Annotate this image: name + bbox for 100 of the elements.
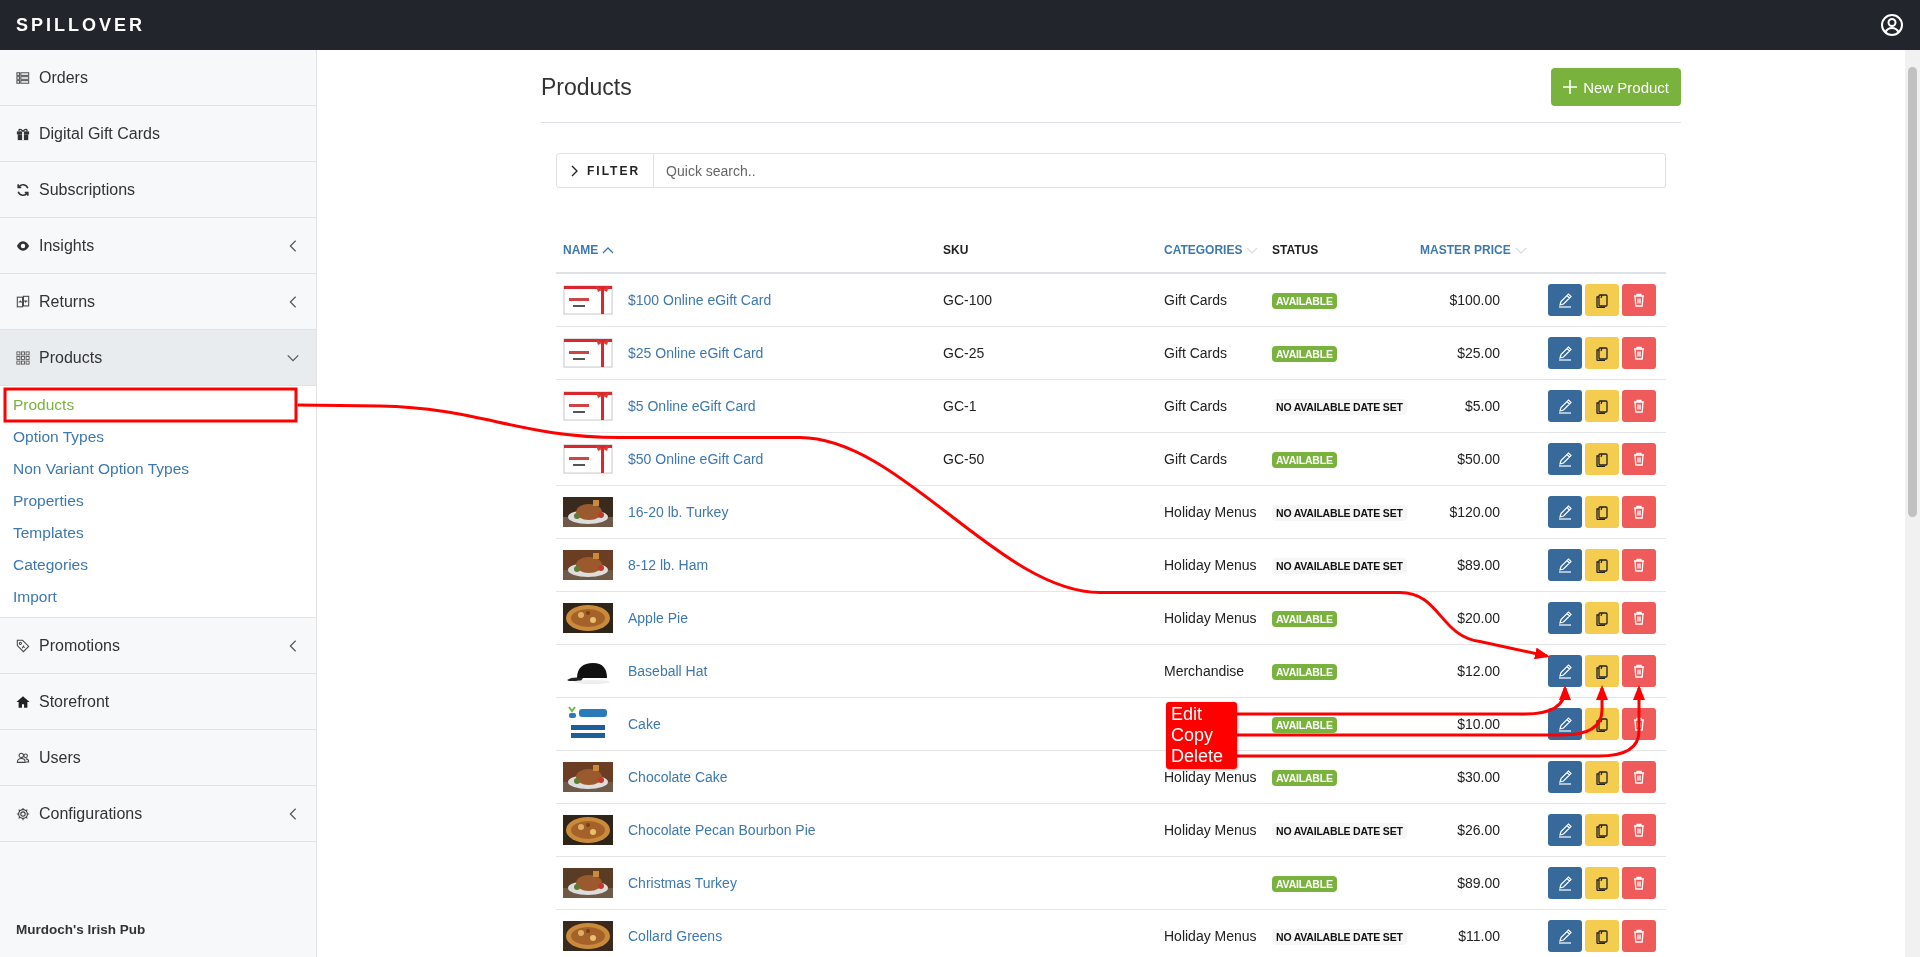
product-link[interactable]: Baseball Hat <box>628 663 708 679</box>
copy-icon <box>1594 822 1610 838</box>
logo[interactable]: SPILLOVER <box>16 14 145 36</box>
column-header[interactable]: CATEGORIES <box>1164 243 1243 257</box>
copy-button[interactable] <box>1585 655 1619 687</box>
product-link[interactable]: $50 Online eGift Card <box>628 451 764 467</box>
column-header[interactable]: NAME <box>563 243 599 257</box>
copy-icon <box>1594 345 1610 361</box>
product-link[interactable]: 8-12 lb. Ham <box>628 557 709 573</box>
product-link[interactable]: 16-20 lb. Turkey <box>628 504 729 520</box>
scrollbar-thumb[interactable] <box>1908 67 1917 517</box>
sidebar-link[interactable]: Option Types <box>0 421 316 453</box>
edit-button[interactable] <box>1548 602 1582 634</box>
copy-button[interactable] <box>1585 867 1619 899</box>
delete-button[interactable] <box>1622 443 1656 475</box>
copy-button[interactable] <box>1585 496 1619 528</box>
copy-icon <box>1594 504 1610 520</box>
delete-button[interactable] <box>1622 549 1656 581</box>
copy-button[interactable] <box>1585 602 1619 634</box>
delete-button[interactable] <box>1622 496 1656 528</box>
product-link[interactable]: $100 Online eGift Card <box>628 292 772 308</box>
sku-text: GC-25 <box>943 345 985 361</box>
user-icon[interactable] <box>1880 13 1904 37</box>
copy-icon <box>1594 716 1610 732</box>
delete-button[interactable] <box>1622 284 1656 316</box>
delete-button[interactable] <box>1622 390 1656 422</box>
copy-icon <box>1594 557 1610 573</box>
copy-button[interactable] <box>1585 284 1619 316</box>
pencil-icon <box>1557 663 1573 679</box>
copy-button[interactable] <box>1585 814 1619 846</box>
copy-icon <box>1594 663 1610 679</box>
sidebar-link[interactable]: Non Variant Option Types <box>0 453 316 485</box>
category-text: Holiday Menus <box>1164 769 1257 785</box>
delete-button[interactable] <box>1622 920 1656 952</box>
status-badge: AVAILABLE <box>1272 663 1337 680</box>
edit-button[interactable] <box>1548 549 1582 581</box>
copy-button[interactable] <box>1585 708 1619 740</box>
delete-button[interactable] <box>1622 814 1656 846</box>
edit-button[interactable] <box>1548 390 1582 422</box>
sidebar-link[interactable]: Categories <box>0 549 316 581</box>
copy-button[interactable] <box>1585 761 1619 793</box>
product-link[interactable]: Chocolate Pecan Bourbon Pie <box>628 822 816 838</box>
delete-button[interactable] <box>1622 761 1656 793</box>
delete-button[interactable] <box>1622 655 1656 687</box>
new-product-button[interactable]: New Product <box>1551 68 1681 106</box>
category-text: Merchandise <box>1164 663 1245 679</box>
edit-button[interactable] <box>1548 496 1582 528</box>
pencil-icon <box>1557 716 1573 732</box>
price-text: $89.00 <box>1457 557 1500 573</box>
product-link[interactable]: Apple Pie <box>628 610 688 626</box>
edit-button[interactable] <box>1548 867 1582 899</box>
delete-button[interactable] <box>1622 602 1656 634</box>
sidebar-item[interactable]: Products <box>0 330 316 386</box>
copy-button[interactable] <box>1585 920 1619 952</box>
list-icon <box>16 70 30 85</box>
status-badge: AVAILABLE <box>1272 716 1337 733</box>
edit-button[interactable] <box>1548 920 1582 952</box>
sku-text: GC-1 <box>943 398 977 414</box>
price-text: $30.00 <box>1457 769 1500 785</box>
copy-icon <box>1594 610 1610 626</box>
status-badge: AVAILABLE <box>1272 451 1337 468</box>
sidebar-link[interactable]: Import <box>0 581 316 613</box>
tag-icon <box>16 638 30 653</box>
delete-button[interactable] <box>1622 867 1656 899</box>
price-text: $11.00 <box>1458 928 1500 944</box>
product-link[interactable]: Cake <box>628 716 661 732</box>
filter-button[interactable]: FILTER <box>556 153 655 188</box>
column-header[interactable]: MASTER PRICE <box>1420 243 1511 257</box>
product-link[interactable]: $5 Online eGift Card <box>628 398 756 414</box>
sidebar-link[interactable]: Properties <box>0 485 316 517</box>
product-link[interactable]: Chocolate Cake <box>628 769 728 785</box>
delete-button[interactable] <box>1622 337 1656 369</box>
copy-icon <box>1594 875 1610 891</box>
edit-button[interactable] <box>1548 284 1582 316</box>
product-link[interactable]: Christmas Turkey <box>628 875 737 891</box>
copy-button[interactable] <box>1585 549 1619 581</box>
edit-button[interactable] <box>1548 655 1582 687</box>
product-link[interactable]: Collard Greens <box>628 928 723 944</box>
plus-icon <box>1563 80 1578 94</box>
copy-button[interactable] <box>1585 443 1619 475</box>
sidebar-link[interactable]: Products <box>0 389 316 421</box>
copy-button[interactable] <box>1585 390 1619 422</box>
trash-icon <box>1631 504 1647 520</box>
price-text: $12.00 <box>1457 663 1500 679</box>
search-field[interactable]: Quick search.. <box>654 153 1666 188</box>
pencil-icon <box>1557 504 1573 520</box>
status-badge: NO AVAILABLE DATE SET <box>1272 822 1407 839</box>
edit-button[interactable] <box>1548 761 1582 793</box>
sku-text: GC-50 <box>943 451 985 467</box>
product-link[interactable]: $25 Online eGift Card <box>628 345 764 361</box>
price-text: $89.00 <box>1457 875 1500 891</box>
copy-button[interactable] <box>1585 337 1619 369</box>
gift-icon <box>16 126 30 141</box>
gear-icon <box>16 806 30 821</box>
edit-button[interactable] <box>1548 443 1582 475</box>
category-text: Gift Cards <box>1164 451 1227 467</box>
edit-button[interactable] <box>1548 337 1582 369</box>
status-badge: NO AVAILABLE DATE SET <box>1272 928 1407 945</box>
sidebar-link[interactable]: Templates <box>0 517 316 549</box>
edit-button[interactable] <box>1548 814 1582 846</box>
